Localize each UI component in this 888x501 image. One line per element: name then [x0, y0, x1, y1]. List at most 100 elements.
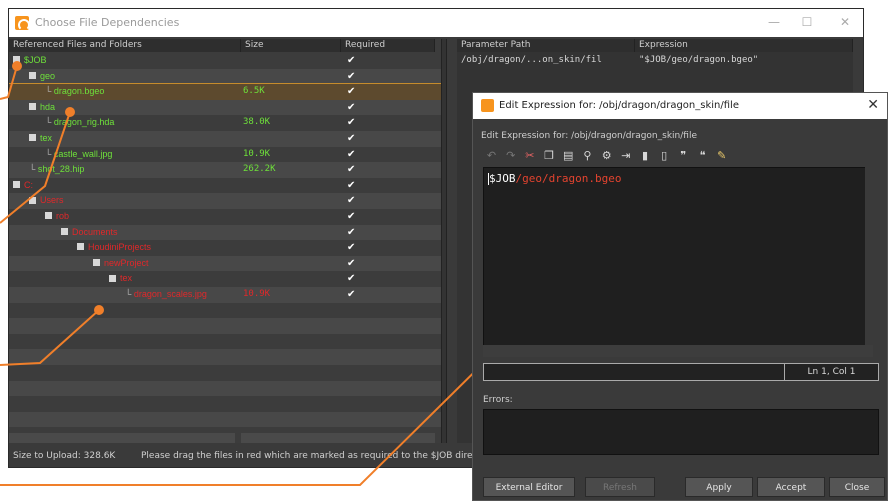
tree-name-scrollbar[interactable] — [9, 433, 235, 443]
bookmark-icon[interactable]: ▮ — [639, 149, 652, 162]
empty-row — [9, 396, 441, 412]
required-checkmark-icon[interactable]: ✔ — [347, 178, 367, 193]
refresh-button[interactable]: Refresh — [585, 477, 655, 497]
required-checkmark-icon[interactable]: ✔ — [347, 53, 367, 68]
collapse-icon[interactable] — [29, 134, 36, 142]
tree-item-label: HoudiniProjects — [88, 242, 152, 253]
apply-button[interactable]: Apply — [685, 477, 753, 497]
tree-item-label: dragon.bgeo — [53, 86, 105, 97]
branch-connector-icon: └ — [125, 289, 134, 299]
bookmark-next-icon[interactable]: ▯ — [658, 149, 671, 162]
comment-icon[interactable]: ❞ — [677, 149, 690, 162]
required-checkmark-icon[interactable]: ✔ — [347, 131, 367, 146]
required-checkmark-icon[interactable]: ✔ — [347, 193, 367, 208]
collapse-icon[interactable] — [29, 102, 36, 110]
col-header-required[interactable]: Required — [341, 39, 435, 52]
accept-button[interactable]: Accept — [757, 477, 825, 497]
dialog-close-icon[interactable]: ✕ — [867, 97, 879, 113]
tree-item-size: 262.2K — [243, 164, 276, 175]
required-checkmark-icon[interactable]: ✔ — [347, 162, 367, 177]
tree-item-name: rob — [45, 209, 69, 224]
required-checkmark-icon[interactable]: ✔ — [347, 100, 367, 115]
collapse-icon[interactable] — [29, 71, 36, 79]
tree-row[interactable]: HoudiniProjects ✔ — [9, 240, 441, 256]
required-checkmark-icon[interactable]: ✔ — [347, 256, 367, 271]
errors-box — [483, 409, 879, 455]
tree-row[interactable]: └ dragon_scales.jpg 10.9K ✔ — [9, 287, 441, 303]
tree-row[interactable]: newProject ✔ — [9, 255, 441, 272]
redo-icon[interactable]: ↷ — [504, 149, 517, 162]
collapse-icon[interactable] — [45, 212, 52, 220]
required-checkmark-icon[interactable]: ✔ — [347, 287, 367, 302]
tree-row[interactable]: Documents ✔ — [9, 224, 441, 241]
tree-required-scrollbar[interactable] — [341, 433, 435, 443]
external-editor-button[interactable]: External Editor — [483, 477, 575, 497]
window-close-button[interactable]: ✕ — [835, 13, 855, 31]
tree-row[interactable]: $JOB ✔ — [9, 53, 441, 69]
collapse-icon[interactable] — [77, 243, 84, 251]
required-checkmark-icon[interactable]: ✔ — [347, 225, 367, 240]
edit-icon[interactable]: ✎ — [715, 149, 728, 162]
find-icon[interactable]: ⚲ — [581, 149, 594, 162]
required-checkmark-icon[interactable]: ✔ — [347, 240, 367, 255]
editor-toolbar: ↶ ↷ ✂ ❐ ▤ ⚲ ⚙ ⇥ ▮ ▯ ❞ ❝ ✎ — [485, 149, 731, 165]
tree-row[interactable]: └ shot_28.hip 262.2K ✔ — [9, 162, 441, 178]
col-header-parameter-path[interactable]: Parameter Path — [457, 39, 635, 52]
tree-item-size: 10.9K — [243, 148, 271, 159]
uncomment-icon[interactable]: ❝ — [696, 149, 709, 162]
tree-row[interactable]: C: ✔ — [9, 178, 441, 194]
paste-icon[interactable]: ▤ — [562, 149, 575, 162]
indent-icon[interactable]: ⇥ — [619, 149, 632, 162]
required-checkmark-icon[interactable]: ✔ — [347, 115, 367, 130]
tree-item-label: hda — [40, 101, 56, 112]
tree-row[interactable]: └ dragon_rig.hda 38.0K ✔ — [9, 115, 441, 131]
tree-row[interactable]: tex ✔ — [9, 271, 441, 287]
maximize-button[interactable]: ☐ — [797, 13, 817, 31]
editor-horizontal-scrollbar[interactable] — [483, 345, 873, 357]
tree-row[interactable]: Users ✔ — [9, 193, 441, 209]
copy-icon[interactable]: ❐ — [543, 149, 556, 162]
required-checkmark-icon[interactable]: ✔ — [347, 69, 367, 84]
tree-row[interactable]: └ castle_wall.jpg 10.9K ✔ — [9, 147, 441, 163]
pane-splitter[interactable] — [441, 39, 447, 443]
tree-row[interactable]: hda ✔ — [9, 99, 441, 116]
col-header-files[interactable]: Referenced Files and Folders — [9, 39, 241, 52]
required-checkmark-icon[interactable]: ✔ — [347, 147, 367, 162]
status-message: Please drag the files in red which are m… — [141, 451, 478, 461]
minimize-button[interactable]: — — [764, 13, 784, 31]
expression-editor[interactable]: $JOB/geo/dragon.bgeo — [483, 167, 873, 355]
required-checkmark-icon[interactable]: ✔ — [347, 84, 367, 99]
tree-row[interactable]: └ dragon.bgeo 6.5K ✔ — [9, 83, 441, 101]
tree-row[interactable]: geo ✔ — [9, 68, 441, 85]
tree-item-name: newProject — [93, 256, 149, 271]
tree-item-name: HoudiniProjects — [77, 240, 151, 255]
cut-icon[interactable]: ✂ — [523, 149, 536, 162]
tree-item-label: dragon_scales.jpg — [133, 289, 207, 299]
tree-item-name: Users — [29, 193, 64, 208]
tree-item-size: 38.0K — [243, 117, 271, 128]
collapse-icon[interactable] — [13, 56, 20, 64]
tree-row[interactable]: rob ✔ — [9, 209, 441, 225]
collapse-icon[interactable] — [61, 227, 68, 235]
col-header-size[interactable]: Size — [241, 39, 341, 52]
collapse-icon[interactable] — [13, 180, 20, 188]
tree-item-name: Documents — [61, 225, 118, 240]
undo-icon[interactable]: ↶ — [485, 149, 498, 162]
required-checkmark-icon[interactable]: ✔ — [347, 271, 367, 286]
tree-row[interactable]: tex ✔ — [9, 131, 441, 147]
replace-icon[interactable]: ⚙ — [600, 149, 613, 162]
tree-item-name: └ shot_28.hip — [29, 162, 84, 177]
col-header-expression[interactable]: Expression — [635, 39, 853, 52]
branch-connector-icon: └ — [45, 117, 54, 128]
window-titlebar: Choose File Dependencies — ☐ ✕ — [9, 9, 863, 37]
cursor-position: Ln 1, Col 1 — [784, 364, 878, 380]
close-button[interactable]: Close — [829, 477, 885, 497]
collapse-icon[interactable] — [109, 274, 116, 282]
tree-size-scrollbar[interactable] — [241, 433, 341, 443]
empty-row — [9, 303, 441, 319]
parameter-row[interactable]: /obj/dragon/...on_skin/fil "$JOB/geo/dra… — [457, 53, 853, 69]
editor-vertical-scrollbar[interactable] — [865, 167, 875, 345]
required-checkmark-icon[interactable]: ✔ — [347, 209, 367, 224]
collapse-icon[interactable] — [29, 196, 36, 204]
collapse-icon[interactable] — [93, 258, 100, 266]
